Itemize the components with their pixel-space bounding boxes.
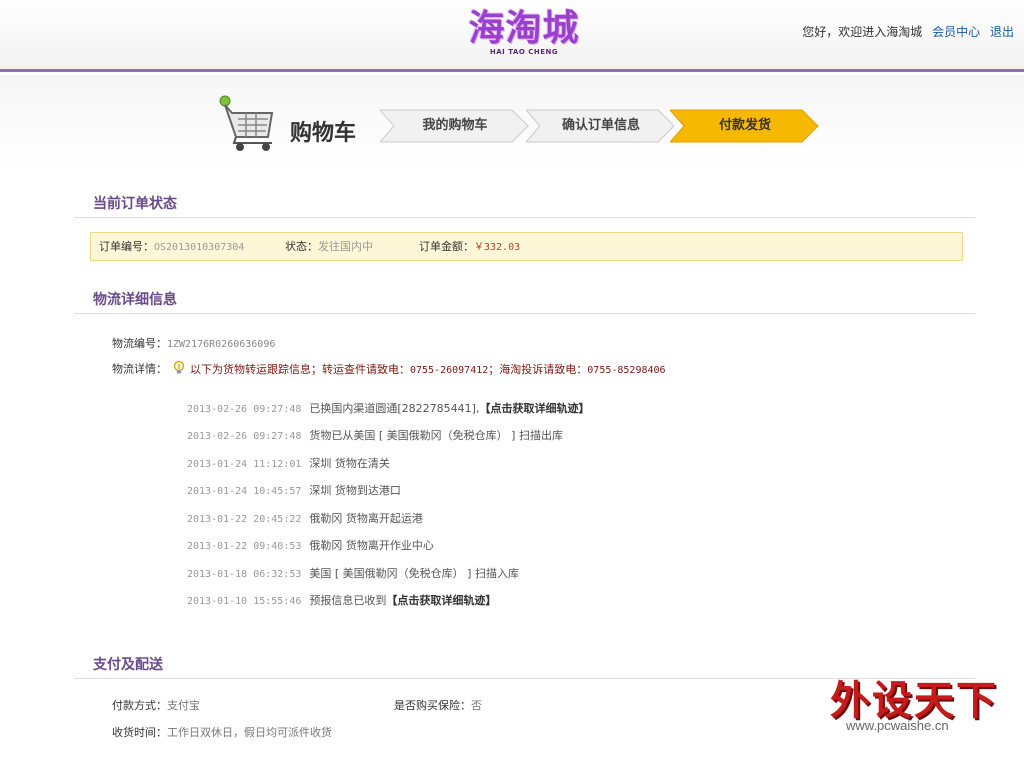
order-status-bar: 订单编号：OS2013010307304 状态：发往国内中 订单金额：￥332.… xyxy=(90,232,963,261)
cart-title: 购物车 xyxy=(290,121,357,146)
tracking-event: 2013-01-22 20:45:22 俄勒冈 货物离开起运港 xyxy=(187,512,423,525)
lightbulb-icon xyxy=(173,360,185,379)
delivery-time: 收货时间：工作日双休日，假日均可派件收货 xyxy=(112,726,332,739)
tracking-event: 2013-02-26 09:27:48 已换国内渠道圆通[2822785441],… xyxy=(187,402,590,415)
tracking-event: 2013-01-24 10:45:57 深圳 货物到达港口 xyxy=(187,484,401,497)
shopping-cart-icon xyxy=(216,93,278,153)
logistics-detail: 物流详情： 以下为货物转运跟踪信息；转运查件请致电：0755-26097412；… xyxy=(112,360,666,379)
insurance-info: 是否购买保险：否 xyxy=(394,699,482,712)
logo-text: 海淘城 xyxy=(468,8,580,49)
member-center-link[interactable]: 会员中心 xyxy=(932,25,980,39)
order-number: 订单编号：OS2013010307304 xyxy=(99,240,245,253)
site-header: 海淘城 HAI TAO CHENG 您好，欢迎进入海淘城 会员中心 退出 xyxy=(0,0,1024,72)
tracking-event: 2013-01-18 06:32:53 美国 [ 美国俄勒冈（免税仓库） ] 扫描… xyxy=(187,567,519,580)
order-status-section-title: 当前订单状态 xyxy=(74,190,975,218)
watermark-url: www.pcwaishe.cn xyxy=(846,718,949,733)
payment-method: 付款方式：支付宝 xyxy=(112,699,200,712)
logout-link[interactable]: 退出 xyxy=(990,25,1014,39)
step-label: 我的购物车 xyxy=(422,118,488,133)
step-my-cart[interactable]: 我的购物车 xyxy=(380,109,530,143)
step-label: 付款发货 xyxy=(718,118,771,133)
order-amount: 订单金额：￥332.03 xyxy=(419,240,521,253)
tracking-event: 2013-01-22 09:40:53 俄勒冈 货物离开作业中心 xyxy=(187,539,434,552)
step-pay-ship[interactable]: 付款发货 xyxy=(670,109,820,143)
track-detail-link[interactable]: 【点击获取详细轨迹】 xyxy=(479,402,589,415)
top-links: 您好，欢迎进入海淘城 会员中心 退出 xyxy=(802,23,1014,40)
tracking-event: 2013-02-26 09:27:48 货物已从美国 [ 美国俄勒冈（免税仓库） … xyxy=(187,429,563,442)
tracking-event: 2013-01-24 11:12:01 深圳 货物在清关 xyxy=(187,457,390,470)
step-label: 确认订单信息 xyxy=(561,118,640,133)
logistics-section-title: 物流详细信息 xyxy=(74,286,975,314)
logistics-number: 物流编号：1ZW2176R0260636096 xyxy=(112,337,276,350)
tracking-event: 2013-01-10 15:55:46 预报信息已收到【点击获取详细轨迹】 xyxy=(187,594,497,607)
site-logo[interactable]: 海淘城 HAI TAO CHENG xyxy=(458,8,590,64)
welcome-text: 您好，欢迎进入海淘城 xyxy=(802,25,923,39)
track-detail-link[interactable]: 【点击获取详细轨迹】 xyxy=(386,594,496,607)
order-state: 状态：发往国内中 xyxy=(285,240,373,253)
site-watermark: 外设天下 www.pcwaishe.cn xyxy=(826,668,1016,738)
step-confirm-order[interactable]: 确认订单信息 xyxy=(526,109,676,143)
logistics-notice: 以下为货物转运跟踪信息；转运查件请致电：0755-26097412；海淘投诉请致… xyxy=(190,362,666,376)
checkout-steps: 购物车 我的购物车 确认订单信息 付款发货 xyxy=(0,75,1024,170)
